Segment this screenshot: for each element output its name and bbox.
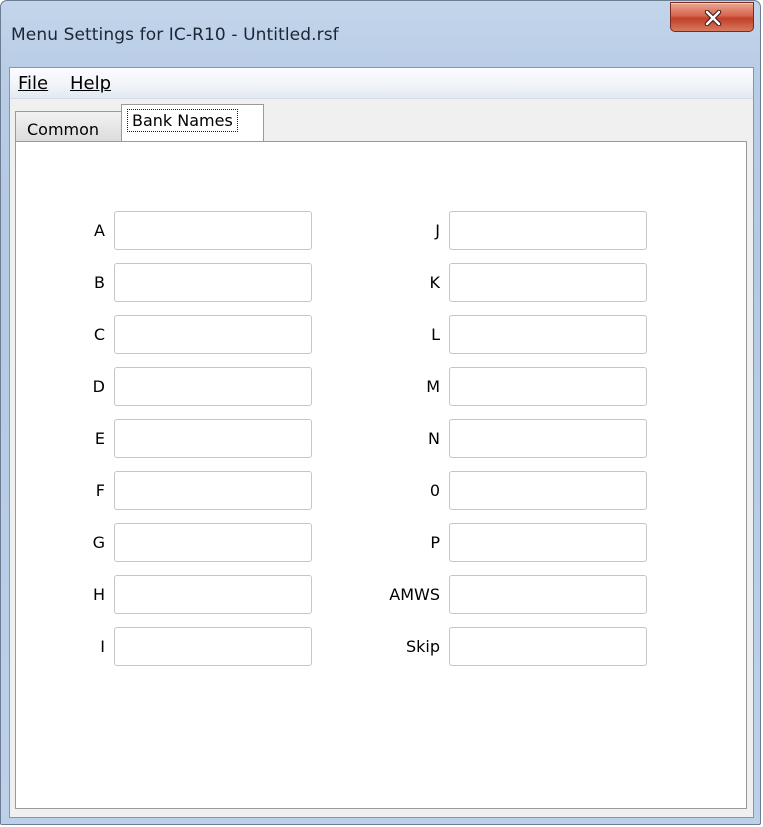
bank-name-input-right-6[interactable] (449, 523, 647, 562)
bank-name-input-left-5[interactable] (114, 471, 312, 510)
bank-left-label-3: D (92, 377, 105, 396)
bank-name-input-left-0[interactable] (114, 211, 312, 250)
bank-name-input-right-4[interactable] (449, 419, 647, 458)
bank-right-label-3: M (426, 377, 440, 396)
bank-name-input-right-3[interactable] (449, 367, 647, 406)
bank-name-input-right-2[interactable] (449, 315, 647, 354)
menu-bar: File Help (10, 68, 753, 99)
bank-left-label-5: F (95, 481, 105, 500)
bank-right-label-7: AMWS (389, 585, 440, 604)
tab-common-label: Common (27, 120, 100, 139)
bank-right-label-1: K (429, 273, 441, 292)
menu-file-label: File (18, 73, 49, 94)
bank-name-input-left-4[interactable] (114, 419, 312, 458)
tab-bank-names[interactable]: Bank Names (121, 104, 264, 142)
title-bar[interactable]: Menu Settings for IC-R10 - Untitled.rsf (1, 1, 760, 59)
bank-name-input-right-1[interactable] (449, 263, 647, 302)
bank-name-input-left-1[interactable] (114, 263, 312, 302)
bank-left-label-1: B (94, 273, 105, 292)
bank-left-label-6: G (92, 533, 105, 552)
bank-left-label-4: E (94, 429, 105, 448)
bank-name-input-right-8[interactable] (449, 627, 647, 666)
bank-name-input-left-2[interactable] (114, 315, 312, 354)
bank-right-label-5: 0 (429, 481, 440, 500)
bank-right-label-0: J (435, 221, 440, 240)
menu-help-label: Help (70, 73, 112, 94)
bank-right-label-2: L (431, 325, 440, 344)
bank-name-input-right-0[interactable] (449, 211, 647, 250)
bank-right-label-8: Skip (405, 637, 440, 656)
bank-left-label-8: I (100, 637, 105, 656)
bank-name-input-right-7[interactable] (449, 575, 647, 614)
bank-name-input-left-3[interactable] (114, 367, 312, 406)
bank-left-label-2: C (93, 325, 105, 344)
close-button[interactable] (670, 2, 754, 32)
bank-left-label-0: A (94, 221, 105, 240)
window-title: Menu Settings for IC-R10 - Untitled.rsf (11, 25, 339, 45)
bank-name-input-left-7[interactable] (114, 575, 312, 614)
app-window: Menu Settings for IC-R10 - Untitled.rsf … (0, 0, 761, 825)
menu-file[interactable]: File (18, 73, 48, 94)
bank-name-input-left-6[interactable] (114, 523, 312, 562)
tab-bank-names-label: Bank Names (127, 109, 238, 132)
menu-help[interactable]: Help (70, 73, 111, 94)
bank-left-label-7: H (92, 585, 105, 604)
tab-common[interactable]: Common (15, 111, 123, 141)
close-icon (704, 10, 722, 26)
bank-name-input-right-5[interactable] (449, 471, 647, 510)
bank-right-label-4: N (428, 429, 440, 448)
bank-name-input-left-8[interactable] (114, 627, 312, 666)
bank-right-label-6: P (430, 533, 440, 552)
